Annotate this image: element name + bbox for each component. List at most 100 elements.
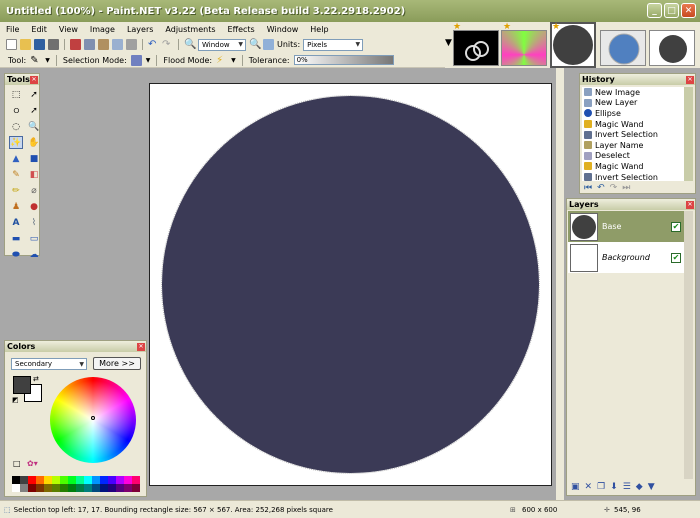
redo-icon[interactable]: ↷ <box>610 183 618 193</box>
palette-swatch[interactable] <box>20 484 28 492</box>
chevron-down-icon[interactable]: ▼ <box>45 57 50 64</box>
palette-swatch[interactable] <box>60 484 68 492</box>
layer-properties-icon[interactable]: ☰ <box>623 482 631 492</box>
palette-swatch[interactable] <box>132 476 140 484</box>
palette-swatch[interactable] <box>60 476 68 484</box>
palette-swatch[interactable] <box>92 484 100 492</box>
clone-stamp-icon[interactable]: ♟ <box>9 200 23 213</box>
image-thumbnail[interactable] <box>501 30 547 66</box>
freeform-shape-icon[interactable]: ☁ <box>27 248 41 261</box>
image-thumbnail[interactable] <box>600 30 646 66</box>
duplicate-layer-icon[interactable]: ❐ <box>597 482 605 492</box>
palette-swatch[interactable] <box>100 476 108 484</box>
chevron-down-icon[interactable]: ▼ <box>231 57 236 64</box>
palette-swatch[interactable] <box>44 476 52 484</box>
layer-row-background[interactable]: Background ✔ <box>568 242 685 273</box>
palette-swatch[interactable] <box>84 484 92 492</box>
paint-bucket-icon[interactable]: ▲ <box>9 152 23 165</box>
palette-swatch[interactable] <box>108 484 116 492</box>
lasso-select-icon[interactable]: ഠ <box>9 104 23 117</box>
redo-icon[interactable]: ↷ <box>162 39 173 50</box>
text-icon[interactable]: A <box>9 216 23 229</box>
palette-swatch[interactable] <box>84 476 92 484</box>
palette-swatch[interactable] <box>36 476 44 484</box>
palette-swatch[interactable] <box>116 484 124 492</box>
move-layer-up-icon[interactable]: ◆ <box>636 482 643 492</box>
layer-visibility-checkbox[interactable]: ✔ <box>671 252 681 263</box>
menu-window[interactable]: Window <box>261 25 305 34</box>
palette-swatch[interactable] <box>124 476 132 484</box>
gradient-icon[interactable]: ■ <box>27 152 41 165</box>
magic-wand-icon[interactable]: ✎ <box>30 55 41 66</box>
palette-menu-icon[interactable]: ✿▾ <box>27 459 38 468</box>
merge-down-icon[interactable]: ⬇ <box>610 482 618 492</box>
menu-layers[interactable]: Layers <box>121 25 159 34</box>
history-item[interactable]: Invert Selection <box>582 172 687 181</box>
palette-swatch[interactable] <box>132 484 140 492</box>
palette-swatch[interactable] <box>52 484 60 492</box>
undo-icon[interactable]: ↶ <box>597 183 605 193</box>
rounded-rectangle-icon[interactable]: ▭ <box>27 232 41 245</box>
line-curve-icon[interactable]: ⌇ <box>27 216 41 229</box>
menu-adjustments[interactable]: Adjustments <box>159 25 221 34</box>
menu-edit[interactable]: Edit <box>25 25 53 34</box>
rectangle-select-icon[interactable]: ⬚ <box>9 88 23 101</box>
primary-color-swatch[interactable] <box>13 376 31 394</box>
history-scrollbar[interactable] <box>684 87 693 181</box>
eraser-icon[interactable]: ◧ <box>27 168 41 181</box>
ellipse-select-icon[interactable]: ◌ <box>9 120 23 133</box>
pan-icon[interactable]: ✋ <box>27 136 41 149</box>
recolor-icon[interactable]: ● <box>27 200 41 213</box>
palette-swatch[interactable] <box>124 484 132 492</box>
more-colors-button[interactable]: More >> <box>93 357 141 370</box>
palette-swatch[interactable] <box>76 484 84 492</box>
new-file-icon[interactable] <box>6 39 17 50</box>
menu-image[interactable]: Image <box>84 25 121 34</box>
layers-scrollbar[interactable] <box>684 211 693 479</box>
print-icon[interactable] <box>48 39 59 50</box>
vertical-scrollbar[interactable] <box>556 68 564 500</box>
menu-effects[interactable]: Effects <box>222 25 261 34</box>
save-icon[interactable] <box>34 39 45 50</box>
palette-swatch[interactable] <box>12 476 20 484</box>
open-folder-icon[interactable] <box>20 39 31 50</box>
history-item[interactable]: Invert Selection <box>582 129 687 140</box>
palette-swatch[interactable] <box>44 484 52 492</box>
rectangle-icon[interactable]: ▬ <box>9 232 23 245</box>
palette-swatch[interactable] <box>28 476 36 484</box>
palette-swatch[interactable] <box>116 476 124 484</box>
layer-visibility-checkbox[interactable]: ✔ <box>671 221 681 232</box>
color-wheel-marker[interactable] <box>91 416 95 420</box>
palette-swatch[interactable] <box>68 484 76 492</box>
add-to-palette-icon[interactable]: □ <box>13 459 21 468</box>
zoom-out-icon[interactable]: 🔍 <box>184 39 196 50</box>
move-selection-icon[interactable]: ➚ <box>27 88 41 101</box>
close-icon[interactable]: ✕ <box>686 75 694 84</box>
zoom-in-icon[interactable]: 🔍 <box>249 39 261 50</box>
paintbrush-icon[interactable]: ✎ <box>9 168 23 181</box>
fast-forward-icon[interactable]: ⏭ <box>622 183 630 193</box>
zoom-icon[interactable]: 🔍 <box>27 120 41 133</box>
grid-icon[interactable] <box>263 39 274 50</box>
palette-swatch[interactable] <box>92 476 100 484</box>
delete-layer-icon[interactable]: ✕ <box>585 482 593 492</box>
zoom-combo[interactable]: Window ▼ <box>198 38 246 51</box>
reset-colors-icon[interactable]: ◩ <box>12 396 19 404</box>
history-item[interactable]: New Image <box>582 87 687 98</box>
swap-colors-icon[interactable]: ⇄ <box>33 375 39 383</box>
color-wheel[interactable] <box>50 377 136 463</box>
image-thumbnail[interactable] <box>453 30 499 66</box>
menu-help[interactable]: Help <box>304 25 334 34</box>
history-item[interactable]: Deselect <box>582 151 687 162</box>
image-thumbnail[interactable] <box>649 30 695 66</box>
palette-swatch[interactable] <box>20 476 28 484</box>
rewind-icon[interactable]: ⏮ <box>584 183 592 193</box>
crop-icon[interactable] <box>112 39 123 50</box>
palette-swatch[interactable] <box>108 476 116 484</box>
palette-swatch[interactable] <box>52 476 60 484</box>
history-item[interactable]: Magic Wand <box>582 119 687 130</box>
ellipse-icon[interactable]: ⬬ <box>9 248 23 261</box>
magic-wand-icon[interactable]: ✨ <box>9 136 23 149</box>
flood-mode-icon[interactable]: ⚡ <box>216 55 227 66</box>
move-selected-icon[interactable]: ➚ <box>27 104 41 117</box>
